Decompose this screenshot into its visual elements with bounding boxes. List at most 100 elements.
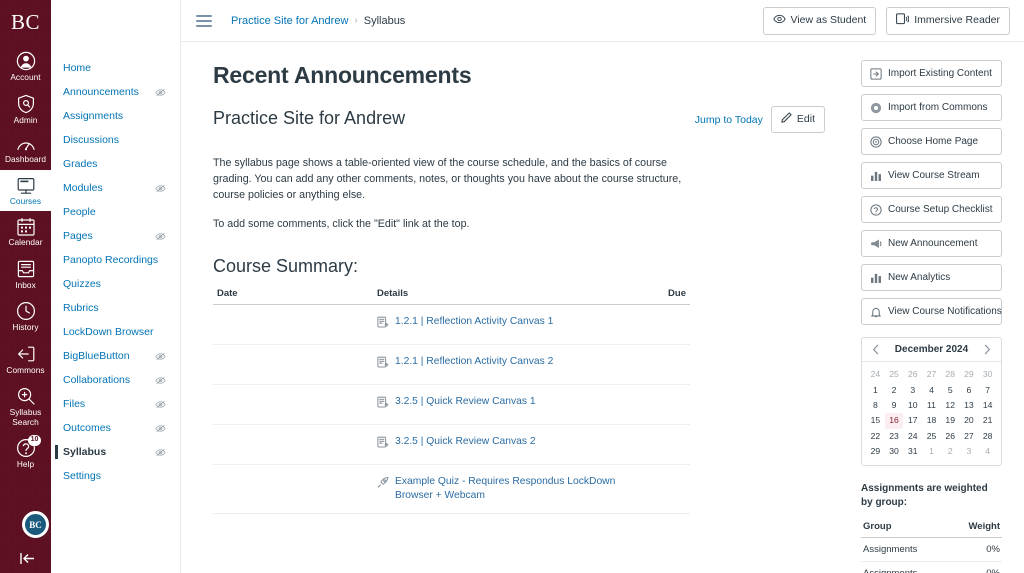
global-nav-item-calendar[interactable]: Calendar <box>0 211 51 253</box>
calendar-day[interactable]: 15 <box>866 413 885 428</box>
edit-button[interactable]: Edit <box>771 106 825 133</box>
course-nav-item-bigbluebutton[interactable]: BigBlueButton <box>51 344 180 368</box>
course-nav-item-outcomes[interactable]: Outcomes <box>51 416 180 440</box>
assignment-link[interactable]: 1.2.1 | Reflection Activity Canvas 2 <box>395 355 553 369</box>
calendar-day[interactable]: 26 <box>903 367 922 382</box>
sidebar-button-import-existing-content[interactable]: Import Existing Content <box>861 60 1002 87</box>
course-nav-item-pages[interactable]: Pages <box>51 224 180 248</box>
cell-due <box>640 425 690 465</box>
calendar-day[interactable]: 25 <box>885 367 904 382</box>
calendar-day[interactable]: 19 <box>941 413 960 428</box>
calendar-day[interactable]: 20 <box>960 413 979 428</box>
calendar-day[interactable]: 6 <box>960 382 979 397</box>
calendar-day[interactable]: 2 <box>941 444 960 459</box>
course-nav-item-modules[interactable]: Modules <box>51 176 180 200</box>
calendar-day[interactable]: 3 <box>960 444 979 459</box>
calendar-day[interactable]: 22 <box>866 429 885 444</box>
global-nav-item-account[interactable]: Account <box>0 45 51 88</box>
course-nav-item-settings[interactable]: Settings <box>51 464 180 488</box>
calendar-day[interactable]: 26 <box>941 429 960 444</box>
avatar[interactable]: BC <box>10 511 61 538</box>
calendar-day[interactable]: 29 <box>960 367 979 382</box>
calendar-day[interactable]: 17 <box>903 413 922 428</box>
calendar-day[interactable]: 31 <box>903 444 922 459</box>
calendar-day[interactable]: 3 <box>903 382 922 397</box>
assignment-weights-note: Assignments are weighted by group: <box>861 482 1002 510</box>
assignment-link[interactable]: 3.2.5 | Quick Review Canvas 2 <box>395 435 536 449</box>
calendar-day-today[interactable]: 16 <box>885 413 904 428</box>
calendar-day[interactable]: 23 <box>885 429 904 444</box>
global-nav-item-history[interactable]: History <box>0 295 51 338</box>
course-nav-item-quizzes[interactable]: Quizzes <box>51 272 180 296</box>
course-nav-item-home[interactable]: Home <box>51 56 180 80</box>
calendar-day[interactable]: 30 <box>885 444 904 459</box>
hamburger-icon[interactable] <box>193 12 215 30</box>
calendar-day[interactable]: 9 <box>885 398 904 413</box>
course-nav-item-syllabus[interactable]: Syllabus <box>51 440 180 464</box>
calendar-day[interactable]: 11 <box>922 398 941 413</box>
calendar-day[interactable]: 8 <box>866 398 885 413</box>
calendar-day[interactable]: 21 <box>978 413 997 428</box>
course-nav-item-lockdown-browser[interactable]: LockDown Browser <box>51 320 180 344</box>
cell-date <box>213 305 373 345</box>
calendar-day[interactable]: 12 <box>941 398 960 413</box>
calendar-day[interactable]: 28 <box>941 367 960 382</box>
assignment-link[interactable]: 3.2.5 | Quick Review Canvas 1 <box>395 395 536 409</box>
global-nav-item-inbox[interactable]: Inbox <box>0 253 51 296</box>
sidebar-button-course-setup-checklist[interactable]: Course Setup Checklist <box>861 196 1002 223</box>
global-nav-item-syllabus-search[interactable]: Syllabus Search <box>0 380 51 432</box>
breadcrumb-current[interactable]: Syllabus <box>364 15 406 27</box>
course-nav-item-grades[interactable]: Grades <box>51 152 180 176</box>
course-nav-item-panopto-recordings[interactable]: Panopto Recordings <box>51 248 180 272</box>
global-nav-item-courses[interactable]: Courses <box>0 170 51 212</box>
chevron-left-icon[interactable] <box>870 344 882 355</box>
assignment-link[interactable]: Example Quiz - Requires Respondus LockDo… <box>395 475 636 503</box>
calendar-day[interactable]: 30 <box>978 367 997 382</box>
calendar-day[interactable]: 7 <box>978 382 997 397</box>
global-nav-item-commons[interactable]: Commons <box>0 338 51 381</box>
calendar-day[interactable]: 29 <box>866 444 885 459</box>
calendar-day[interactable]: 5 <box>941 382 960 397</box>
calendar-day[interactable]: 18 <box>922 413 941 428</box>
calendar-day[interactable]: 27 <box>960 429 979 444</box>
calendar-day[interactable]: 4 <box>978 444 997 459</box>
collapse-nav-icon[interactable] <box>0 552 51 565</box>
sidebar-button-choose-home-page[interactable]: Choose Home Page <box>861 128 1002 155</box>
calendar-day[interactable]: 2 <box>885 382 904 397</box>
breadcrumb-course-link[interactable]: Practice Site for Andrew <box>231 15 348 27</box>
sidebar-button-view-course-stream[interactable]: View Course Stream <box>861 162 1002 189</box>
calendar-day[interactable]: 10 <box>903 398 922 413</box>
assignment-link[interactable]: 1.2.1 | Reflection Activity Canvas 1 <box>395 315 553 329</box>
calendar-day[interactable]: 27 <box>922 367 941 382</box>
sidebar-button-label: Course Setup Checklist <box>888 203 993 216</box>
calendar-day[interactable]: 1 <box>866 382 885 397</box>
course-nav-label: Settings <box>63 470 101 483</box>
calendar-day[interactable]: 14 <box>978 398 997 413</box>
calendar-day[interactable]: 24 <box>903 429 922 444</box>
global-nav-item-dashboard[interactable]: Dashboard <box>0 130 51 170</box>
calendar-day[interactable]: 24 <box>866 367 885 382</box>
sidebar-button-view-course-notifications[interactable]: View Course Notifications <box>861 298 1002 325</box>
course-nav-item-files[interactable]: Files <box>51 392 180 416</box>
calendar-day[interactable]: 1 <box>922 444 941 459</box>
sidebar-button-new-analytics[interactable]: New Analytics <box>861 264 1002 291</box>
immersive-reader-button[interactable]: Immersive Reader <box>886 7 1010 35</box>
global-nav-item-help[interactable]: 10Help <box>0 432 51 475</box>
calendar-day[interactable]: 28 <box>978 429 997 444</box>
course-nav-item-people[interactable]: People <box>51 200 180 224</box>
calendar-day[interactable]: 13 <box>960 398 979 413</box>
calendar-day[interactable]: 25 <box>922 429 941 444</box>
course-nav-item-assignments[interactable]: Assignments <box>51 104 180 128</box>
course-nav-item-announcements[interactable]: Announcements <box>51 80 180 104</box>
calendar-day[interactable]: 4 <box>922 382 941 397</box>
course-nav-item-discussions[interactable]: Discussions <box>51 128 180 152</box>
sidebar-button-import-from-commons[interactable]: Import from Commons <box>861 94 1002 121</box>
cell-details: 3.2.5 | Quick Review Canvas 1 <box>373 385 640 425</box>
sidebar-button-new-announcement[interactable]: New Announcement <box>861 230 1002 257</box>
view-as-student-button[interactable]: View as Student <box>763 7 877 35</box>
course-nav-item-rubrics[interactable]: Rubrics <box>51 296 180 320</box>
chevron-right-icon[interactable] <box>981 344 993 355</box>
jump-to-today-link[interactable]: Jump to Today <box>695 114 763 126</box>
course-nav-item-collaborations[interactable]: Collaborations <box>51 368 180 392</box>
global-nav-item-admin[interactable]: Admin <box>0 88 51 131</box>
